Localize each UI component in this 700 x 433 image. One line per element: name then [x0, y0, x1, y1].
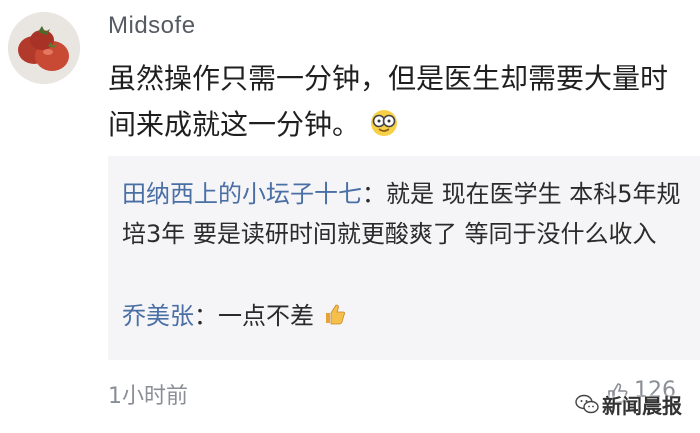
tomato-avatar-image	[8, 12, 80, 84]
reply-username[interactable]: 乔美张	[122, 302, 194, 330]
reply-item: 田纳西上的小坛子十七：就是 现在医学生 本科5年规培3年 要是读研时间就更酸爽了…	[122, 174, 682, 254]
reply-text: 一点不差	[218, 302, 314, 330]
comment-text: 虽然操作只需一分钟，但是医生却需要大量时间来成就这一分钟。	[108, 56, 678, 148]
reply-separator: ：	[194, 302, 218, 330]
thumbs-up-emoji-icon	[322, 299, 348, 325]
nerd-glasses-emoji-icon	[369, 106, 399, 136]
comment-username[interactable]: Midsofe	[108, 12, 196, 40]
reply-separator: ：	[362, 180, 386, 208]
reply-thread: 田纳西上的小坛子十七：就是 现在医学生 本科5年规培3年 要是读研时间就更酸爽了…	[108, 156, 700, 360]
source-watermark: 新闻晨报	[574, 388, 690, 420]
reply-item: 乔美张：一点不差	[122, 296, 348, 336]
wechat-logo-icon	[574, 391, 600, 417]
comment-timestamp: 1小时前	[108, 384, 188, 409]
reply-username[interactable]: 田纳西上的小坛子十七	[122, 180, 362, 208]
watermark-text: 新闻晨报	[602, 393, 682, 418]
user-avatar[interactable]	[8, 12, 80, 84]
